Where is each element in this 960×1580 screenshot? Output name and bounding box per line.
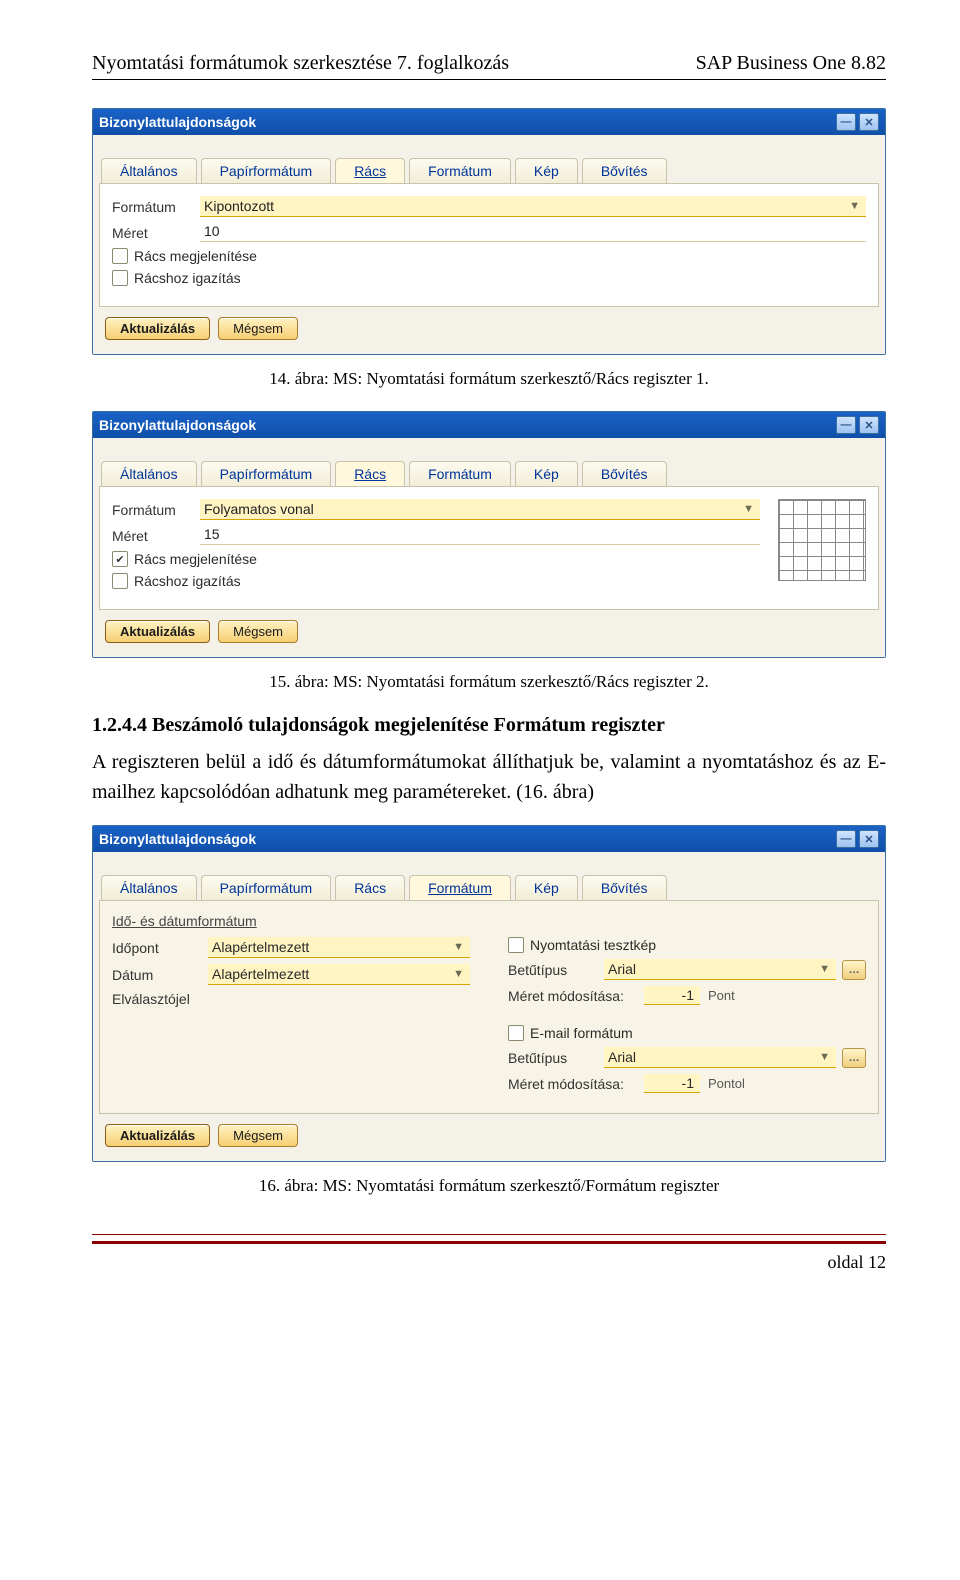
tab-general[interactable]: Általános: [101, 875, 197, 900]
checkbox-show-grid[interactable]: ✔: [112, 551, 128, 567]
tab-format[interactable]: Formátum: [409, 158, 511, 183]
label-format: Formátum: [112, 502, 200, 518]
close-icon[interactable]: ✕: [859, 416, 879, 434]
chevron-down-icon: ▼: [743, 503, 754, 515]
label-snap-grid: Rácshoz igazítás: [134, 573, 241, 589]
size-mod-email-input[interactable]: -1: [644, 1074, 700, 1093]
header-rule: [92, 79, 886, 80]
dialog-format: Bizonylattulajdonságok — ✕ Általános Pap…: [92, 825, 886, 1162]
tab-extend[interactable]: Bővítés: [582, 875, 667, 900]
label-show-grid: Rács megjelenítése: [134, 248, 257, 264]
tab-grid[interactable]: Rács: [335, 875, 405, 900]
tab-image[interactable]: Kép: [515, 875, 578, 900]
label-font-email: Betűtípus: [508, 1050, 604, 1066]
minimize-icon[interactable]: —: [836, 113, 856, 131]
label-snap-grid: Rácshoz igazítás: [134, 270, 241, 286]
format-dropdown[interactable]: Kipontozott ▼: [200, 196, 866, 217]
label-time: Időpont: [112, 940, 208, 956]
footer-rule-thin: [92, 1234, 886, 1235]
minimize-icon[interactable]: —: [836, 830, 856, 848]
checkbox-emailfmt[interactable]: [508, 1025, 524, 1041]
figure-caption-16: 16. ábra: MS: Nyomtatási formátum szerke…: [92, 1176, 886, 1196]
tab-image[interactable]: Kép: [515, 461, 578, 486]
label-font: Betűtípus: [508, 962, 604, 978]
chevron-down-icon: ▼: [819, 963, 830, 975]
tab-grid[interactable]: Rács: [335, 158, 405, 183]
size-unit: Pont: [708, 988, 735, 1003]
dialog-title: Bizonylattulajdonságok: [99, 831, 256, 847]
header-left: Nyomtatási formátumok szerkesztése 7. fo…: [92, 52, 509, 75]
cancel-button[interactable]: Mégsem: [218, 317, 298, 340]
label-separator: Elválasztójel: [112, 991, 208, 1007]
separator-input[interactable]: [208, 997, 470, 1001]
dialog-grid-2: Bizonylattulajdonságok — ✕ Általános Pap…: [92, 411, 886, 658]
chevron-down-icon: ▼: [453, 968, 464, 980]
body-paragraph: A regiszteren belül a idő és dátumformát…: [92, 747, 886, 807]
date-dropdown[interactable]: Alapértelmezett ▼: [208, 964, 470, 985]
figure-caption-15: 15. ábra: MS: Nyomtatási formátum szerke…: [92, 672, 886, 692]
footer-rule-thick: [92, 1241, 886, 1244]
header-right: SAP Business One 8.82: [696, 52, 886, 75]
dialog-title: Bizonylattulajdonságok: [99, 417, 256, 433]
tab-general[interactable]: Általános: [101, 158, 197, 183]
cancel-button[interactable]: Mégsem: [218, 620, 298, 643]
dialog-title: Bizonylattulajdonságok: [99, 114, 256, 130]
grid-preview: [778, 499, 866, 581]
tab-paper[interactable]: Papírformátum: [201, 461, 332, 486]
format-dropdown[interactable]: Folyamatos vonal ▼: [200, 499, 760, 520]
font-more-button[interactable]: …: [842, 960, 866, 980]
size-input[interactable]: 10: [200, 223, 866, 242]
update-button[interactable]: Aktualizálás: [105, 620, 210, 643]
tab-general[interactable]: Általános: [101, 461, 197, 486]
dialog-grid-1: Bizonylattulajdonságok — ✕ Általános Pap…: [92, 108, 886, 355]
tab-format[interactable]: Formátum: [409, 461, 511, 486]
size-input[interactable]: 15: [200, 526, 760, 545]
font-email-dropdown[interactable]: Arial ▼ …: [604, 1047, 866, 1068]
figure-caption-14: 14. ábra: MS: Nyomtatási formátum szerke…: [92, 369, 886, 389]
checkbox-snap-grid[interactable]: [112, 270, 128, 286]
checkbox-testpic[interactable]: [508, 937, 524, 953]
chevron-down-icon: ▼: [849, 200, 860, 212]
size-mod-input[interactable]: -1: [644, 986, 700, 1005]
section-heading: 1.2.4.4 Beszámoló tulajdonságok megjelen…: [92, 714, 886, 737]
chevron-down-icon: ▼: [453, 941, 464, 953]
tab-extend[interactable]: Bővítés: [582, 461, 667, 486]
font-email-more-button[interactable]: …: [842, 1048, 866, 1068]
update-button[interactable]: Aktualizálás: [105, 317, 210, 340]
label-size-mod: Méret módosítása:: [508, 988, 638, 1004]
tab-format[interactable]: Formátum: [409, 875, 511, 900]
checkbox-show-grid[interactable]: [112, 248, 128, 264]
checkbox-snap-grid[interactable]: [112, 573, 128, 589]
cancel-button[interactable]: Mégsem: [218, 1124, 298, 1147]
minimize-icon[interactable]: —: [836, 416, 856, 434]
label-emailfmt: E-mail formátum: [530, 1025, 633, 1041]
label-size: Méret: [112, 528, 200, 544]
label-size-mod-email: Méret módosítása:: [508, 1076, 638, 1092]
page-number: oldal 12: [92, 1252, 886, 1273]
close-icon[interactable]: ✕: [859, 113, 879, 131]
tab-paper[interactable]: Papírformátum: [201, 158, 332, 183]
label-format: Formátum: [112, 199, 200, 215]
tab-grid[interactable]: Rács: [335, 461, 405, 486]
time-dropdown[interactable]: Alapértelmezett ▼: [208, 937, 470, 958]
tab-image[interactable]: Kép: [515, 158, 578, 183]
label-show-grid: Rács megjelenítése: [134, 551, 257, 567]
tab-paper[interactable]: Papírformátum: [201, 875, 332, 900]
size-unit-email: Pontol: [708, 1076, 745, 1091]
subsection-title: Idő- és dátumformátum: [112, 913, 866, 929]
label-testpic: Nyomtatási tesztkép: [530, 937, 656, 953]
close-icon[interactable]: ✕: [859, 830, 879, 848]
label-size: Méret: [112, 225, 200, 241]
label-date: Dátum: [112, 967, 208, 983]
update-button[interactable]: Aktualizálás: [105, 1124, 210, 1147]
chevron-down-icon: ▼: [819, 1051, 830, 1063]
font-dropdown[interactable]: Arial ▼ …: [604, 959, 866, 980]
tab-extend[interactable]: Bővítés: [582, 158, 667, 183]
